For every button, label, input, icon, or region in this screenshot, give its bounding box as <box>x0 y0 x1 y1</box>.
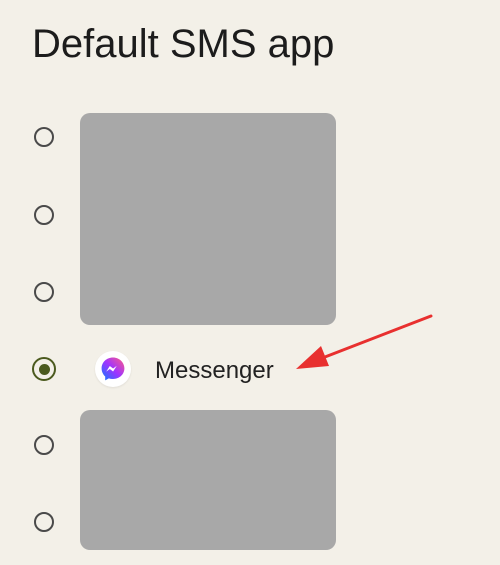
radio-selected-dot <box>38 363 50 375</box>
messenger-logo <box>101 357 125 381</box>
radio-option-3[interactable] <box>34 282 54 302</box>
radio-option-messenger[interactable] <box>32 357 56 381</box>
radio-option-2[interactable] <box>34 205 54 225</box>
page-title: Default SMS app <box>32 22 335 66</box>
redacted-app-list-top <box>80 113 336 325</box>
messenger-icon[interactable] <box>95 351 131 387</box>
radio-option-5[interactable] <box>34 435 54 455</box>
redacted-app-list-bottom <box>80 410 336 550</box>
radio-option-1[interactable] <box>34 127 54 147</box>
messenger-label[interactable]: Messenger <box>155 356 274 386</box>
radio-option-6[interactable] <box>34 512 54 532</box>
